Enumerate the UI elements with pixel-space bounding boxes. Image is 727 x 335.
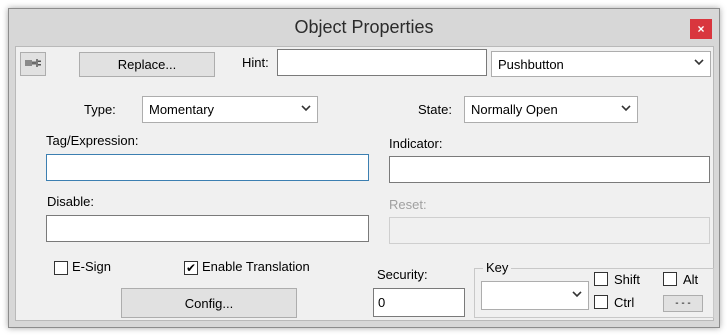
indicator-label: Indicator:	[389, 136, 443, 151]
reset-input	[389, 217, 710, 244]
ctrl-checkbox[interactable]	[594, 295, 608, 309]
type-label: Type:	[84, 102, 116, 117]
reset-label: Reset:	[389, 197, 427, 212]
properties-panel: Replace... Hint: Pushbutton Type: Moment…	[15, 46, 714, 321]
object-type-select[interactable]: Pushbutton	[491, 51, 711, 77]
enable-translation-label[interactable]: Enable Translation	[202, 259, 310, 274]
chevron-down-icon	[694, 58, 704, 69]
object-properties-window: Object Properties × Replace... Hint: Pus…	[8, 8, 720, 328]
key-group-title: Key	[483, 260, 512, 275]
esign-checkbox[interactable]	[54, 261, 68, 275]
state-label: State:	[418, 102, 452, 117]
key-select[interactable]	[481, 281, 589, 310]
security-input[interactable]: 0	[373, 288, 465, 317]
state-select[interactable]: Normally Open	[464, 96, 638, 123]
shift-label[interactable]: Shift	[614, 272, 640, 287]
enable-translation-checkbox[interactable]: ✔	[184, 261, 198, 275]
hint-input[interactable]	[277, 49, 487, 76]
object-type-value: Pushbutton	[498, 56, 564, 72]
hint-label: Hint:	[242, 55, 269, 70]
close-button[interactable]: ×	[690, 19, 712, 39]
ctrl-label[interactable]: Ctrl	[614, 295, 634, 310]
replace-button[interactable]: Replace...	[79, 52, 215, 77]
tag-expression-label: Tag/Expression:	[46, 133, 139, 148]
type-select[interactable]: Momentary	[142, 96, 318, 123]
state-value: Normally Open	[471, 102, 558, 117]
indicator-input[interactable]	[389, 156, 710, 183]
config-button[interactable]: Config...	[121, 288, 297, 318]
shift-checkbox[interactable]	[594, 272, 608, 286]
tag-expression-input[interactable]	[46, 154, 369, 181]
plug-icon	[24, 57, 42, 72]
alt-label[interactable]: Alt	[683, 272, 698, 287]
chevron-down-icon	[572, 289, 582, 300]
key-more-button[interactable]: - - -	[663, 295, 703, 312]
security-label: Security:	[377, 267, 428, 282]
alt-checkbox[interactable]	[663, 272, 677, 286]
window-title: Object Properties	[294, 16, 434, 37]
type-value: Momentary	[149, 102, 215, 117]
chevron-down-icon	[621, 103, 631, 114]
plug-button[interactable]	[20, 52, 46, 76]
chevron-down-icon	[301, 103, 311, 114]
title-bar[interactable]: Object Properties ×	[9, 9, 719, 45]
disable-input[interactable]	[46, 215, 369, 242]
esign-label[interactable]: E-Sign	[72, 259, 111, 274]
disable-label: Disable:	[47, 194, 94, 209]
